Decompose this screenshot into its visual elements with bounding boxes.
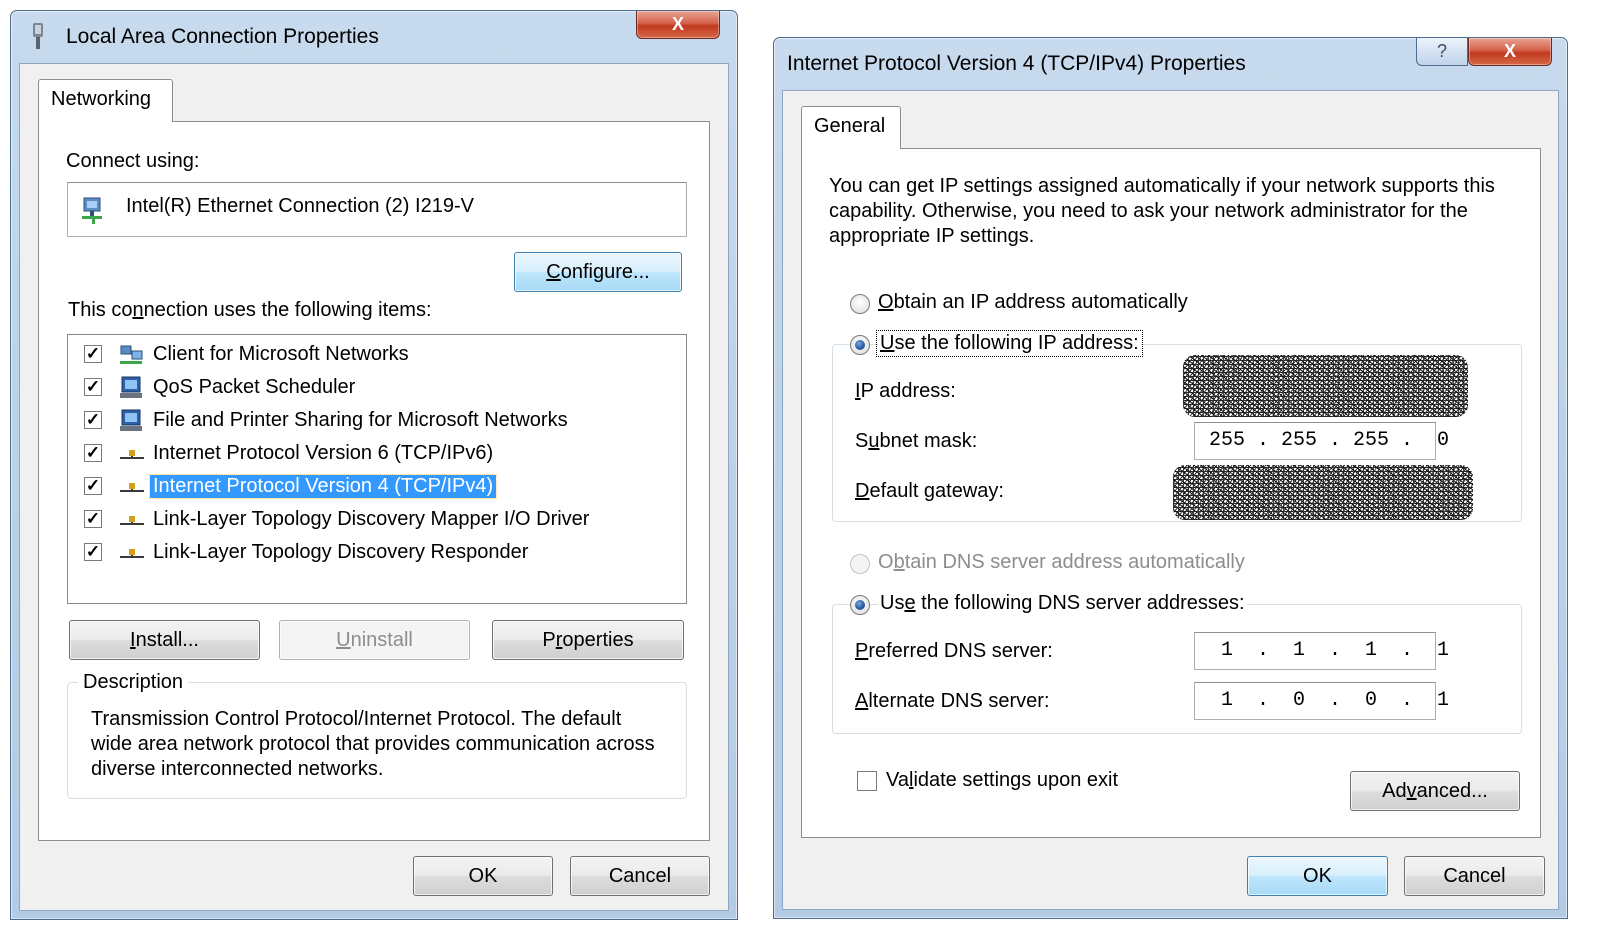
item-checkbox[interactable]: ✓ [84,411,102,429]
use-following-dns-label[interactable]: Use the following DNS server addresses: [878,592,1247,615]
ip-address-label: IP address: [855,380,956,402]
ip-address-field[interactable] [1183,355,1468,417]
lan-close-button[interactable]: X [636,11,720,39]
tab-networking[interactable]: Networking [38,79,173,122]
obtain-ip-auto-radio[interactable] [850,294,870,314]
item-checkbox[interactable]: ✓ [84,345,102,363]
item-label: QoS Packet Scheduler [153,376,356,398]
configure-button[interactable]: Configure... [514,252,682,292]
ipv4-window-title: Internet Protocol Version 4 (TCP/IPv4) P… [787,52,1246,75]
protocol-icon [120,483,144,492]
item-label: Link-Layer Topology Discovery Responder [153,541,529,563]
validate-label[interactable]: Validate settings upon exit [886,769,1118,792]
tab-networking-label: Networking [51,88,152,110]
network-service-icon [120,409,142,431]
uninstall-button[interactable]: Uninstall [279,620,470,660]
items-label: This connection uses the following items… [68,299,432,321]
network-adapter-icon [33,23,43,49]
description-title: Description [78,671,189,694]
item-checkbox[interactable]: ✓ [84,444,102,462]
item-label: Client for Microsoft Networks [153,343,409,365]
item-label: Link-Layer Topology Discovery Mapper I/O… [153,508,590,530]
protocol-icon [120,516,144,525]
static-dns-group: Use the following DNS server addresses: … [832,592,1522,734]
protocol-icon [120,549,144,558]
network-service-icon [120,376,142,398]
networking-tab-panel: Connect using: Intel(R) Ethernet Connect… [38,121,710,841]
alternate-dns-field[interactable]: 1 . 0 . 0 . 1 [1194,682,1449,720]
lan-client-area: Networking Connect using: Intel(R) Ether… [19,63,729,911]
ipv4-properties-window: Internet Protocol Version 4 (TCP/IPv4) P… [773,37,1568,919]
subnet-mask-label: Subnet mask: [855,430,978,452]
item-label: File and Printer Sharing for Microsoft N… [153,409,568,431]
obtain-ip-auto-label[interactable]: Obtain an IP address automatically [878,291,1188,314]
item-checkbox[interactable]: ✓ [84,378,102,396]
network-client-icon [120,345,143,364]
ipv4-client-area: General You can get IP settings assigned… [782,90,1559,910]
obtain-dns-auto-label[interactable]: Obtain DNS server address automatically [878,551,1245,574]
lan-window-title: Local Area Connection Properties [66,25,379,48]
obtain-dns-auto-radio[interactable] [850,554,870,574]
lan-titlebar[interactable]: Local Area Connection Properties X [11,11,737,63]
item-checkbox[interactable]: ✓ [84,477,102,495]
help-button[interactable]: ? [1416,38,1468,66]
connect-using-label: Connect using: [66,150,200,172]
lan-ok-button[interactable]: OK [413,856,553,896]
ipv4-ok-button[interactable]: OK [1247,856,1388,896]
default-gateway-field[interactable] [1173,465,1473,520]
protocol-icon [120,450,144,459]
ethernet-adapter-icon [82,197,102,224]
preferred-dns-label: Preferred DNS server: [855,640,1053,662]
adapter-field: Intel(R) Ethernet Connection (2) I219-V [67,182,687,237]
ipv4-close-button[interactable]: X [1468,38,1552,66]
general-tab-panel: You can get IP settings assigned automat… [801,148,1541,838]
description-text: Transmission Control Protocol/Internet P… [91,708,655,780]
preferred-dns-field[interactable]: 1 . 1 . 1 . 1 [1194,632,1449,670]
tab-general-label: General [814,115,886,137]
static-ip-group: Use the following IP address: IP address… [832,330,1522,522]
item-label: Internet Protocol Version 6 (TCP/IPv6) [153,442,494,464]
item-label: Internet Protocol Version 4 (TCP/IPv4) [148,474,498,499]
item-checkbox[interactable]: ✓ [84,543,102,561]
intro-text: You can get IP settings assigned automat… [829,175,1495,247]
alternate-dns-label: Alternate DNS server: [855,690,1050,712]
ipv4-titlebar[interactable]: Internet Protocol Version 4 (TCP/IPv4) P… [774,38,1567,90]
lan-cancel-button[interactable]: Cancel [570,856,710,896]
use-following-ip-label[interactable]: Use the following IP address: [876,330,1143,357]
subnet-mask-field[interactable]: 255 . 255 . 255 . 0 [1194,422,1449,460]
tab-general[interactable]: General [801,106,901,149]
use-following-ip-radio[interactable] [850,335,870,355]
properties-button[interactable]: Properties [492,620,684,660]
item-checkbox[interactable]: ✓ [84,510,102,528]
description-group: Description Transmission Control Protoco… [67,671,687,799]
use-following-dns-radio[interactable] [850,595,870,615]
install-button[interactable]: Install... [69,620,260,660]
ipv4-cancel-button[interactable]: Cancel [1404,856,1545,896]
advanced-button[interactable]: Advanced... [1350,771,1520,811]
default-gateway-label: Default gateway: [855,480,1004,502]
components-list[interactable]: ✓ Client for Microsoft Networks ✓ QoS Pa… [67,334,687,604]
lan-properties-window: Local Area Connection Properties X Netwo… [10,10,738,920]
adapter-name: Intel(R) Ethernet Connection (2) I219-V [126,195,474,217]
validate-checkbox[interactable] [857,771,877,791]
